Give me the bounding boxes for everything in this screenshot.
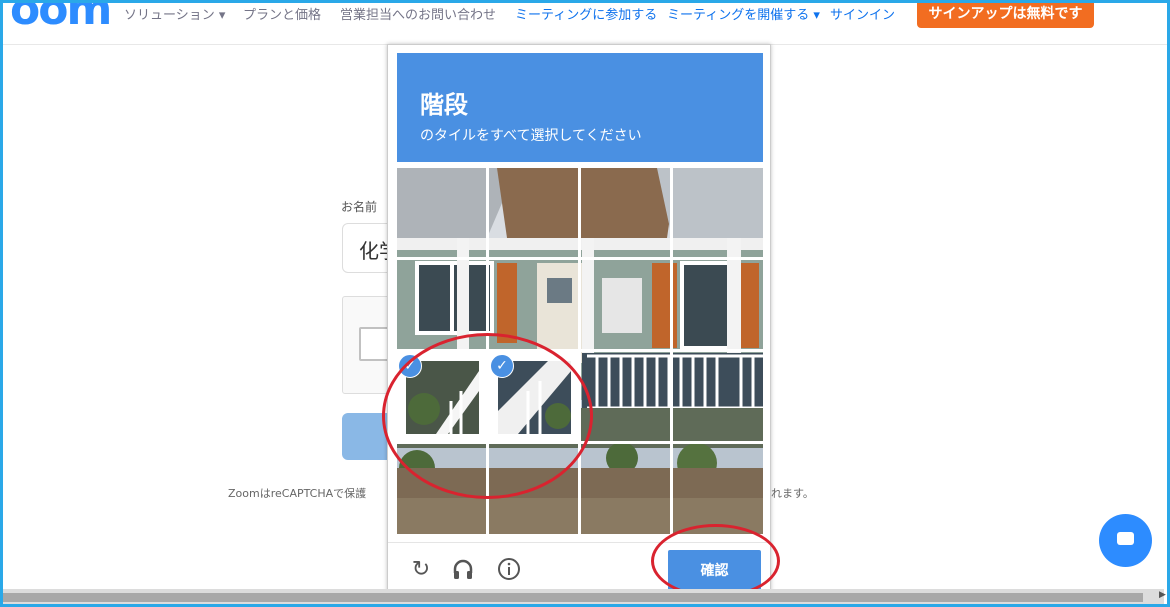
window-border bbox=[0, 0, 1170, 607]
